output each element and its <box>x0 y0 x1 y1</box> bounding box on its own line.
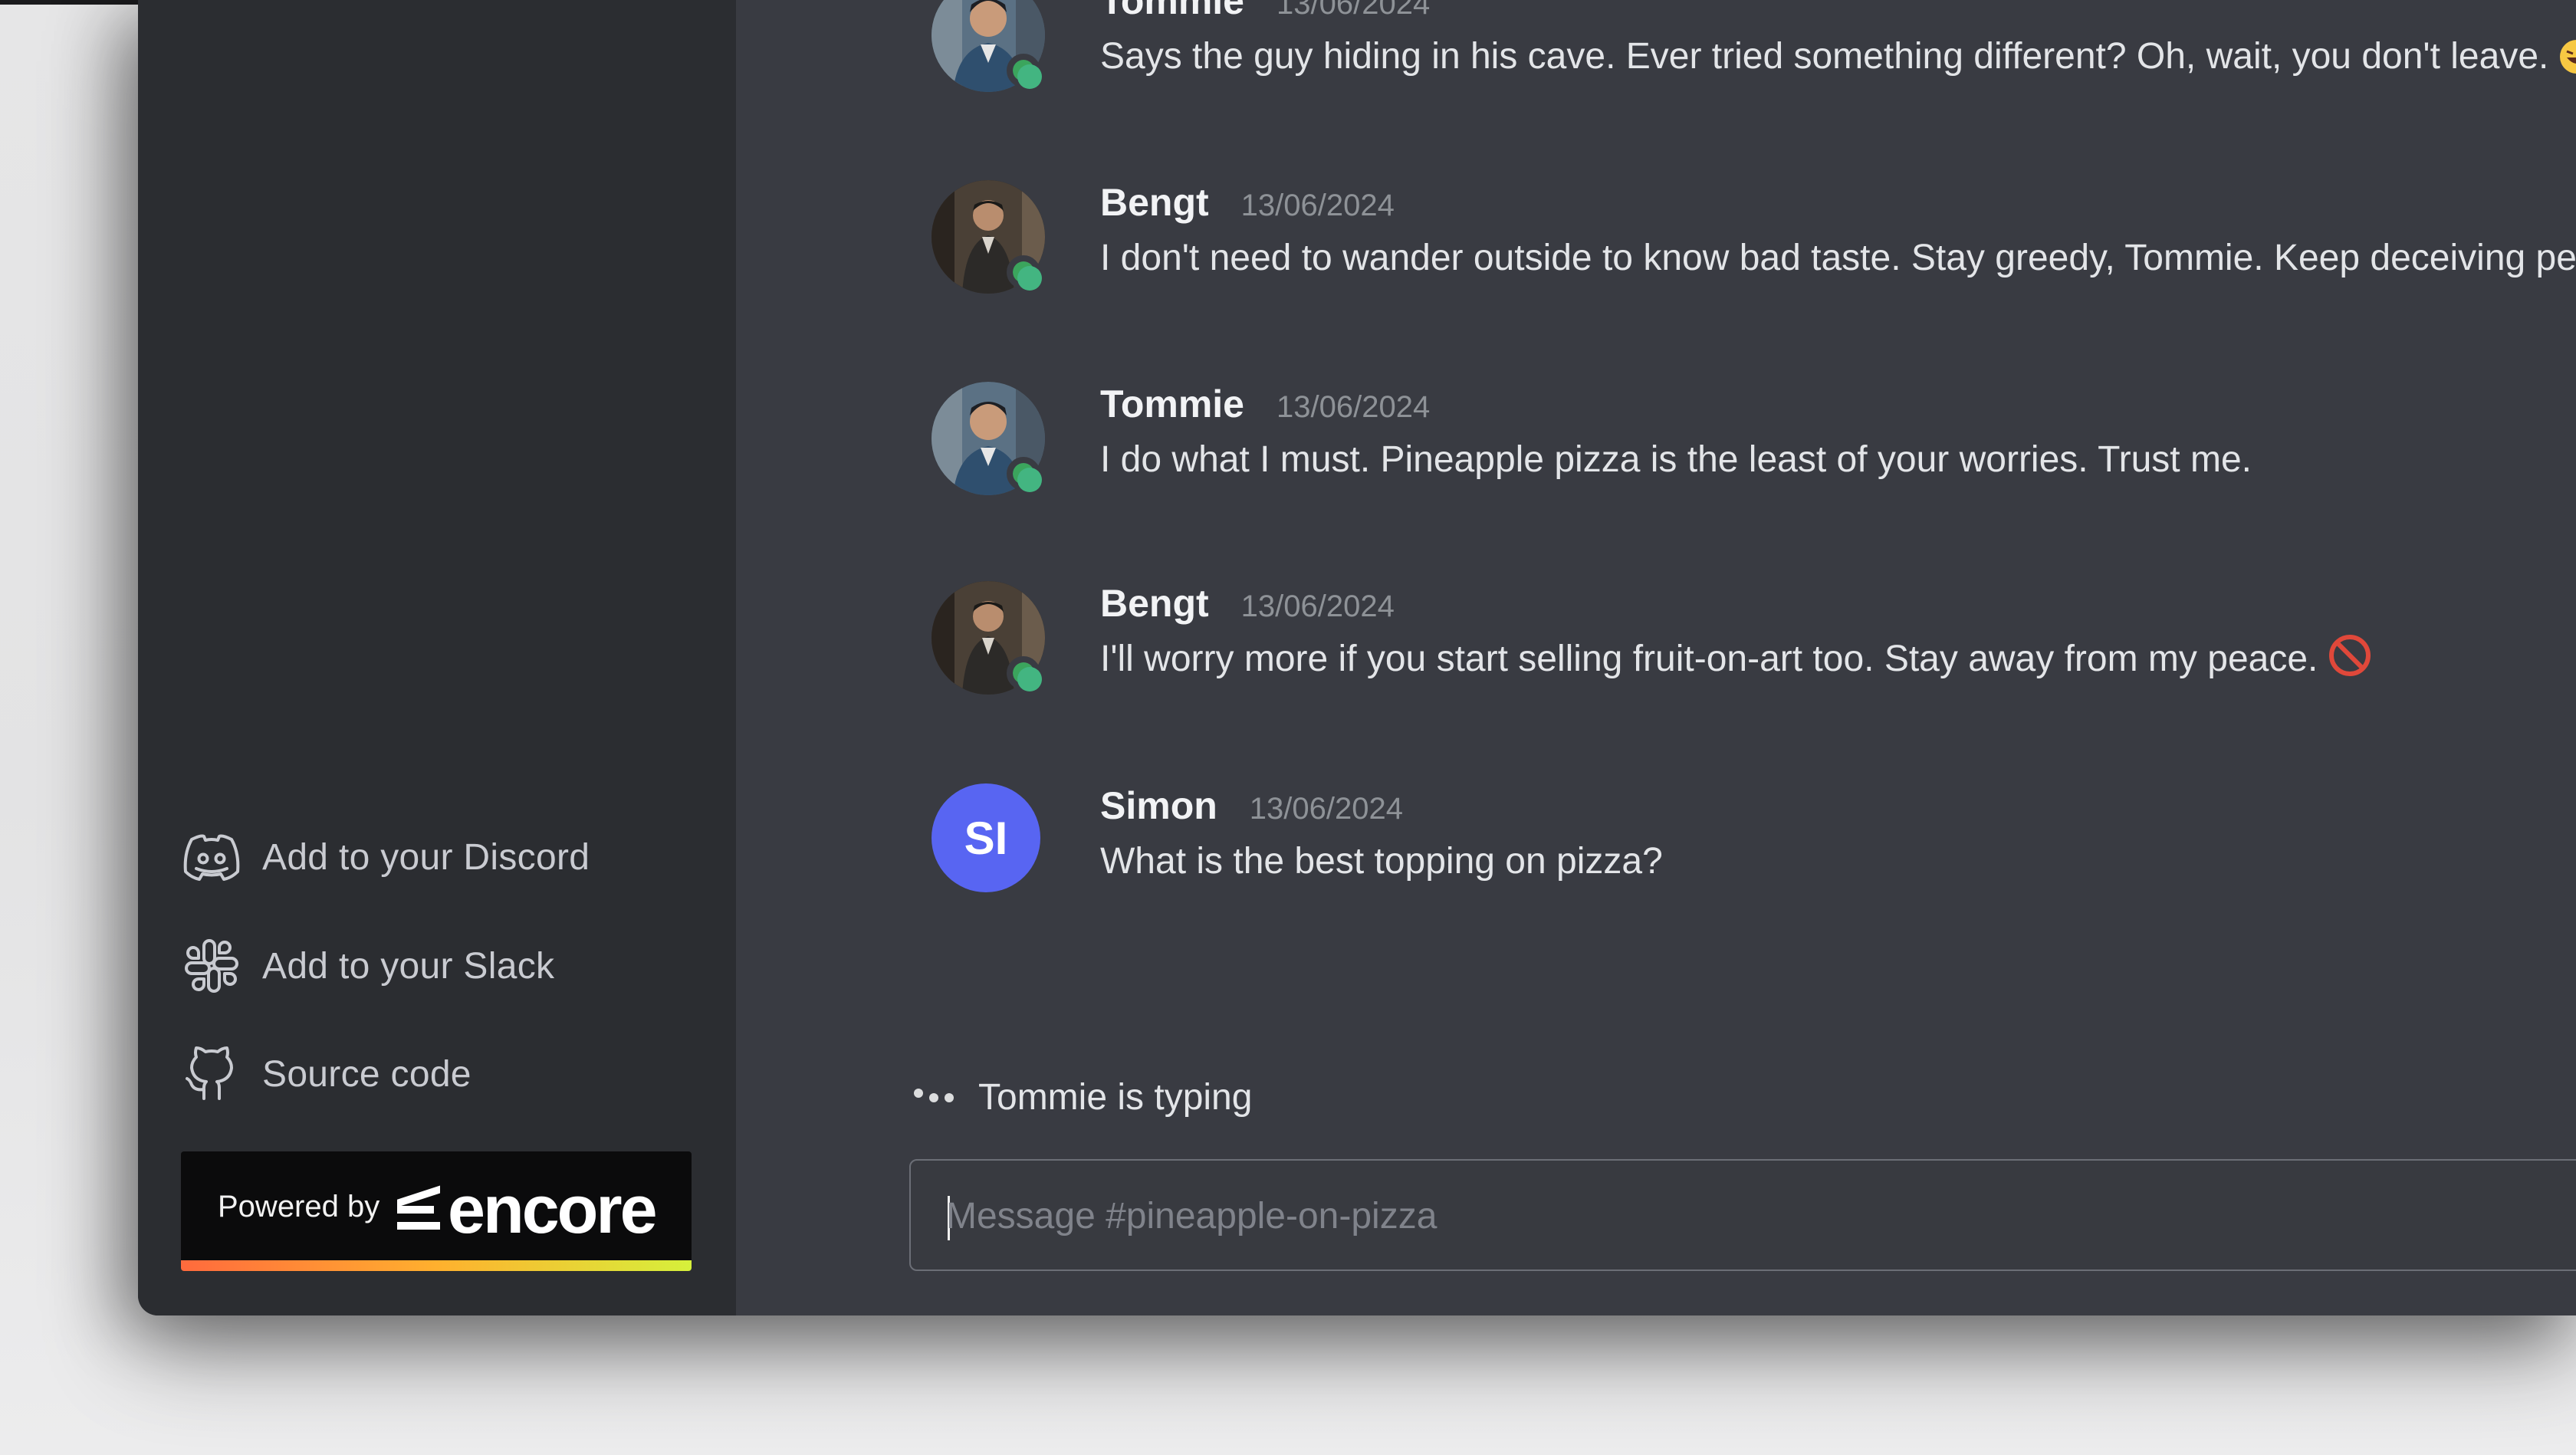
message-text: I do what I must. Pineapple pizza is the… <box>1100 439 2252 480</box>
message-timestamp: 13/06/2024 <box>1249 792 1403 826</box>
online-status-indicator <box>1007 656 1042 691</box>
typing-indicator: Tommie is typing <box>914 1076 1252 1118</box>
message-body: I do what I must. Pineapple pizza is the… <box>1100 438 2252 481</box>
encore-logo: encore <box>394 1171 658 1247</box>
add-to-slack-link[interactable]: Add to your Slack <box>181 931 672 1000</box>
message-text: Says the guy hiding in his cave. Ever tr… <box>1100 36 2549 77</box>
chat-message: Bengt 13/06/2024 I don't need to wander … <box>932 180 2576 310</box>
chat-panel: Tommie 13/06/2024 Says the guy hiding in… <box>736 0 2576 1315</box>
avatar[interactable] <box>932 180 1045 294</box>
slack-icon <box>181 935 242 997</box>
chat-message: Tommie 13/06/2024 Says the guy hiding in… <box>932 0 2576 109</box>
message-header: Tommie 13/06/2024 <box>1100 0 1430 23</box>
source-code-link[interactable]: Source code <box>181 1040 672 1108</box>
discord-link-label: Add to your Discord <box>262 836 590 878</box>
avatar[interactable] <box>932 0 1045 92</box>
powered-by-encore-banner[interactable]: Powered by encore <box>181 1151 692 1271</box>
avatar[interactable] <box>932 382 1045 495</box>
chat-message: Bengt 13/06/2024 I'll worry more if you … <box>932 581 2572 711</box>
message-text: What is the best topping on pizza? <box>1100 841 1663 882</box>
online-status-indicator <box>1007 54 1042 89</box>
source-code-label: Source code <box>262 1053 472 1095</box>
message-timestamp: 13/06/2024 <box>1240 189 1395 222</box>
message-header: Bengt 13/06/2024 <box>1100 581 1395 626</box>
typing-label: Tommie is typing <box>978 1077 1253 1118</box>
prohibited-emoji-icon <box>2328 635 2371 676</box>
avatar-initials: SI <box>932 783 1040 892</box>
laughing-emoji-icon <box>2559 39 2576 74</box>
app-window: Add to your Discord Add to your Slack So… <box>138 0 2576 1315</box>
message-header: Simon 13/06/2024 <box>1100 783 1403 828</box>
typing-dots-icon <box>914 1088 960 1102</box>
message-text: I don't need to wander outside to know b… <box>1100 238 2576 278</box>
message-body: What is the best topping on pizza? <box>1100 840 1663 882</box>
message-body: I don't need to wander outside to know b… <box>1100 237 2576 279</box>
message-timestamp: 13/06/2024 <box>1276 0 1431 21</box>
encore-wordmark: encore <box>448 1171 658 1247</box>
message-author[interactable]: Tommie <box>1100 0 1244 23</box>
message-timestamp: 13/06/2024 <box>1276 390 1431 424</box>
message-author[interactable]: Simon <box>1100 783 1217 828</box>
discord-icon <box>181 826 242 888</box>
add-to-discord-link[interactable]: Add to your Discord <box>181 823 672 892</box>
slack-link-label: Add to your Slack <box>262 945 555 987</box>
avatar[interactable] <box>932 581 1045 695</box>
message-author[interactable]: Bengt <box>1100 180 1209 225</box>
message-body: Says the guy hiding in his cave. Ever tr… <box>1100 35 2576 77</box>
online-status-indicator <box>1007 255 1042 291</box>
gradient-bar <box>181 1260 692 1271</box>
chat-message: Tommie 13/06/2024 I do what I must. Pine… <box>932 382 2572 512</box>
message-header: Bengt 13/06/2024 <box>1100 180 1395 225</box>
chat-message: SI Simon 13/06/2024 What is the best top… <box>932 783 2572 914</box>
sidebar: Add to your Discord Add to your Slack So… <box>138 0 736 1315</box>
message-author[interactable]: Bengt <box>1100 581 1209 626</box>
github-icon <box>181 1043 242 1105</box>
message-header: Tommie 13/06/2024 <box>1100 382 1430 426</box>
message-body: I'll worry more if you start selling fru… <box>1100 635 2371 680</box>
online-status-indicator <box>1007 457 1042 492</box>
message-timestamp: 13/06/2024 <box>1240 590 1395 623</box>
message-author[interactable]: Tommie <box>1100 382 1244 426</box>
desktop-background: Add to your Discord Add to your Slack So… <box>0 0 2576 1455</box>
message-text: I'll worry more if you start selling fru… <box>1100 639 2318 679</box>
message-input[interactable] <box>945 1188 2558 1243</box>
message-composer[interactable] <box>909 1159 2576 1271</box>
encore-logo-mark <box>397 1185 440 1230</box>
powered-by-text: Powered by <box>218 1190 380 1223</box>
avatar[interactable]: SI <box>932 783 1045 897</box>
